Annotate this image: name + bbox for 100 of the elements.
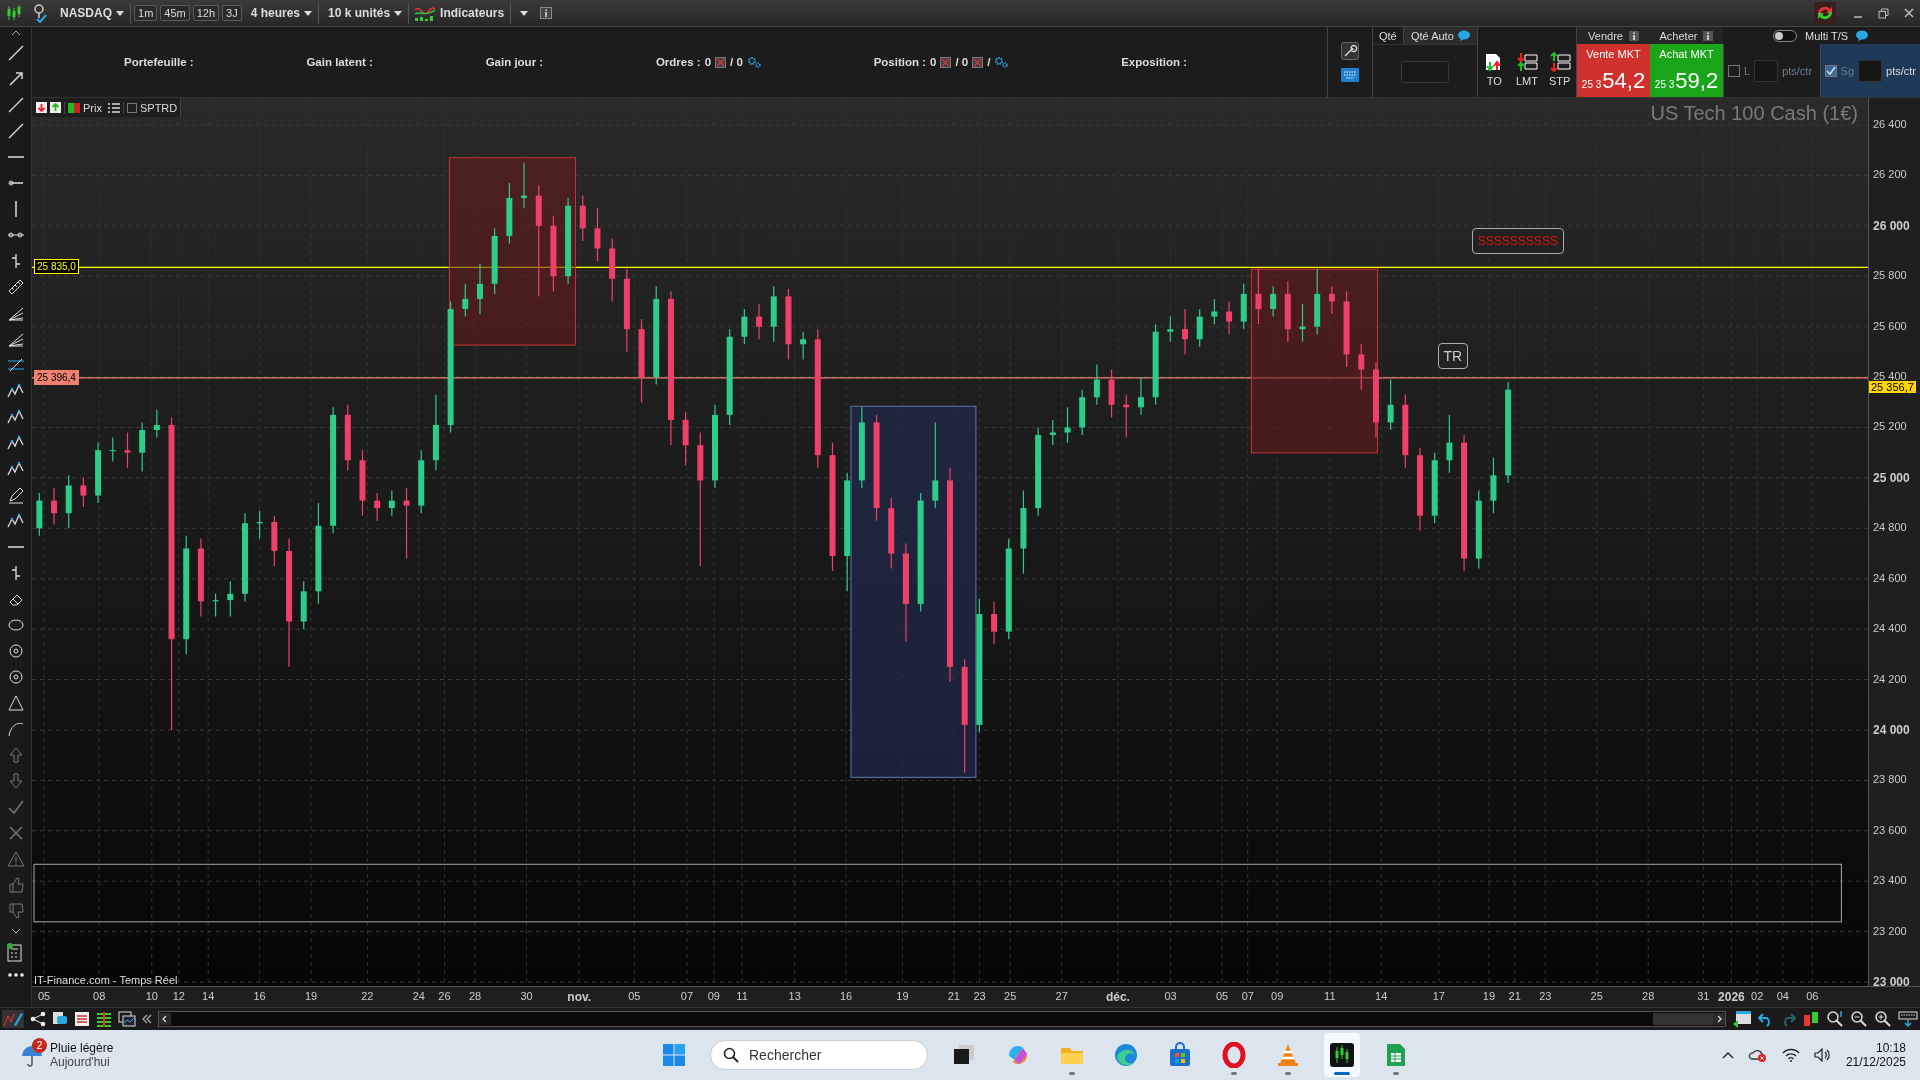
date-tick-label: 19 — [304, 990, 318, 1002]
date-tick-label: 25 — [1590, 990, 1603, 1002]
price-tick-label: 25 600 — [1873, 319, 1907, 332]
price-series-button[interactable]: Prix — [64, 101, 105, 114]
count-value: / 0 — [955, 56, 969, 68]
date-tick-label: 21 — [947, 990, 960, 1002]
clock[interactable]: 10:18 21/12/2025 — [1845, 1041, 1906, 1069]
date-tick-label: 28 — [468, 990, 482, 1002]
date-tick-label: 13 — [788, 990, 801, 1002]
date-tick-label: 14 — [202, 990, 215, 1002]
data-source-label: IT-Finance.com - Temps Réel — [34, 974, 178, 986]
date-tick-label: 16 — [840, 990, 853, 1002]
price-tick-label: 25 400 — [1873, 370, 1907, 383]
price-tick-label: 25 800 — [1873, 269, 1907, 282]
price-tick-label: 24 800 — [1873, 521, 1907, 534]
multi-ts-label: Multi T/S — [1805, 29, 1849, 42]
period-dropdown[interactable]: 4 heures — [244, 2, 320, 24]
account-label: Position : — [873, 56, 926, 68]
date-tick-label: 27 — [1055, 990, 1068, 1002]
price-tick-label: 24 600 — [1873, 571, 1907, 584]
price-tick-label: 23 200 — [1873, 924, 1907, 937]
account-label: Portefeuille : — [124, 56, 194, 68]
price-tick-label: 24 200 — [1873, 672, 1907, 685]
instrument-dropdown[interactable]: NASDAQ — [54, 2, 131, 24]
date-tick-label: 19 — [1482, 990, 1496, 1002]
units-dropdown[interactable]: 10 k unités — [322, 2, 410, 24]
date-tick-label: 28 — [1642, 990, 1655, 1002]
date-tick-label: 23 — [1539, 990, 1552, 1002]
interval-button[interactable]: 45m — [160, 5, 190, 21]
count-value: / 0 — [730, 56, 743, 68]
date-tick-label: 12 — [172, 990, 185, 1002]
date-tick-label: déc. — [1105, 990, 1130, 1004]
date-tick-label: 05 — [1215, 990, 1229, 1002]
date-tick-label: 05 — [628, 990, 641, 1002]
price-tick-label: 26 400 — [1873, 118, 1907, 130]
price-tick-label: 24 000 — [1873, 722, 1910, 737]
date-tick-label: 14 — [1375, 990, 1388, 1002]
limit-label: L — [1744, 64, 1751, 77]
interval-button[interactable]: 1m — [134, 5, 158, 21]
account-label: Exposition : — [1121, 56, 1187, 68]
date-tick-label: 09 — [707, 990, 720, 1002]
sell-header: Vendre — [1588, 29, 1623, 42]
date-tick-label: 10 — [145, 990, 158, 1002]
buy-header: Acheter — [1659, 29, 1698, 42]
order-type-button[interactable]: STP — [1548, 52, 1571, 87]
date-tick-label: 30 — [520, 990, 533, 1002]
date-tick-label: 06 — [1806, 990, 1819, 1002]
search-field[interactable]: Rechercher — [710, 1040, 928, 1070]
instrument-title: US Tech 100 Cash (1€) — [1650, 102, 1858, 125]
price-tick-label: 24 400 — [1873, 622, 1907, 635]
date-tick-label: 03 — [1164, 990, 1177, 1002]
date-tick-label: 21 — [1508, 990, 1521, 1002]
date-tick-label: 24 — [412, 990, 425, 1002]
count-value: / — [987, 56, 991, 68]
date-tick-label: nov. — [567, 990, 592, 1004]
price-tick-label: 23 400 — [1873, 874, 1907, 887]
sell-market-button[interactable]: Vente MKT 25 354,2 — [1577, 44, 1650, 97]
weather-subtitle: Aujourd'hui — [50, 1055, 111, 1069]
count-value: 0 — [930, 56, 937, 68]
date-tick-label: 08 — [93, 990, 106, 1002]
auto-quantity-tab[interactable]: Qté Auto — [1402, 27, 1477, 44]
date-tick-label: 11 — [736, 990, 748, 1002]
price-level-tag: 25 835,0 — [34, 259, 79, 275]
account-label: Gain latent : — [306, 56, 373, 68]
date-tick-label: 02 — [1751, 990, 1764, 1002]
date-tick-label: 09 — [1271, 990, 1284, 1002]
date-tick-label: 04 — [1776, 990, 1789, 1002]
unit-label: pts/ctr — [1886, 64, 1916, 77]
price-tick-label: 26 000 — [1873, 218, 1910, 233]
price-tick-label: 25 200 — [1873, 420, 1907, 433]
indicators-button[interactable]: Indicateurs — [412, 2, 512, 24]
date-tick-label: 23 — [973, 990, 986, 1002]
account-label: Ordres : — [655, 56, 701, 68]
interval-button[interactable]: 3J — [222, 5, 242, 21]
last-price-tag: 25 356,7 — [1869, 380, 1916, 393]
price-tick-label: 23 800 — [1873, 773, 1907, 786]
count-value: 0 — [704, 56, 712, 68]
date-tick-label: 05 — [37, 990, 51, 1002]
date-tick-label: 07 — [1241, 990, 1254, 1002]
stop-label: Sg — [1840, 64, 1855, 77]
date-tick-label: 11 — [1324, 990, 1336, 1002]
price-tick-label: 26 200 — [1873, 168, 1907, 181]
interval-button[interactable]: 12h — [192, 5, 220, 21]
date-tick-label: 17 — [1432, 990, 1445, 1002]
quantity-label: Qté — [1378, 29, 1398, 42]
date-tick-label: 16 — [253, 990, 266, 1002]
date-tick-label: 2026 — [1718, 990, 1745, 1004]
order-type-button[interactable]: TO — [1483, 52, 1506, 87]
date-tick-label: 22 — [361, 990, 374, 1002]
price-tick-label: 23 000 — [1873, 975, 1910, 989]
date-tick-label: 07 — [680, 990, 694, 1002]
weather-title[interactable]: Pluie légère — [50, 1041, 114, 1055]
order-type-button[interactable]: LMT — [1516, 52, 1538, 87]
date-tick-label: 31 — [1697, 990, 1710, 1002]
date-tick-label: 26 — [438, 990, 451, 1002]
sptrd-label: SPTRD — [139, 101, 178, 114]
price-tick-label: 23 600 — [1873, 823, 1907, 836]
date-tick-label: 19 — [896, 990, 909, 1002]
date-tick-label: 25 — [1004, 990, 1017, 1002]
account-label: Gain jour : — [485, 56, 544, 68]
